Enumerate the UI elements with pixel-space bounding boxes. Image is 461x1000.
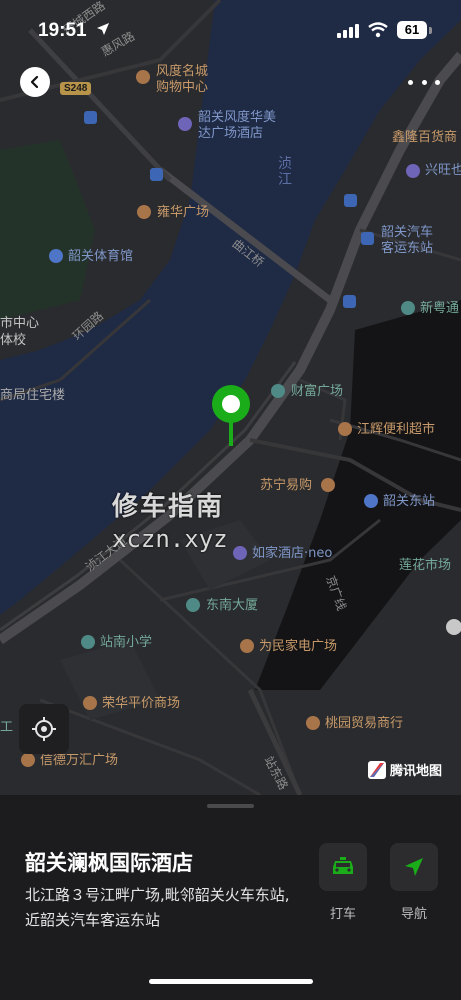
cellular-signal-icon — [337, 24, 359, 38]
poi-label[interactable]: 兴旺也 — [425, 163, 461, 179]
compass-icon[interactable] — [446, 619, 461, 635]
stadium-icon — [49, 249, 63, 263]
hotel-icon — [233, 546, 247, 560]
poi-label[interactable]: 新粤通 — [420, 301, 459, 317]
poi-label[interactable]: 站南小学 — [100, 635, 152, 651]
locate-icon — [32, 717, 56, 741]
watermark-title: 修车指南 — [112, 492, 225, 522]
shopping-icon — [83, 696, 97, 710]
river-label: 江 — [278, 172, 292, 188]
taxi-icon-box[interactable] — [319, 843, 367, 891]
more-icon — [421, 79, 427, 85]
more-button[interactable] — [408, 72, 440, 92]
bus-stop-icon — [343, 295, 356, 308]
status-bar: 19:51 61 — [0, 0, 461, 58]
poi-label[interactable]: 财富广场 — [291, 384, 343, 400]
back-icon — [30, 75, 39, 89]
tencent-map-logo-icon — [368, 760, 386, 779]
route-badge: S248 — [60, 82, 92, 95]
navigate-icon — [405, 858, 423, 876]
poi-label[interactable]: 韶关东站 — [383, 494, 435, 510]
poi-label[interactable]: 韶关汽车 — [381, 225, 433, 241]
more-icon — [435, 79, 440, 85]
poi-label[interactable]: 信德万汇广场 — [40, 753, 118, 769]
shopping-icon — [306, 716, 320, 730]
shopping-icon — [136, 70, 150, 84]
building-icon — [271, 384, 285, 398]
sheet-handle[interactable] — [207, 804, 254, 808]
shopping-icon — [338, 422, 352, 436]
poi-label[interactable]: 雍华广场 — [157, 205, 209, 221]
back-button[interactable] — [20, 67, 50, 97]
poi-label[interactable]: 东南大厦 — [206, 598, 258, 614]
building-icon — [186, 598, 200, 612]
taxi-button[interactable]: 打车 — [319, 843, 367, 922]
navigate-icon-box[interactable] — [390, 843, 438, 891]
poi-label[interactable]: 苏宁易购 — [260, 478, 312, 494]
poi-label[interactable]: 风度名城 — [156, 64, 208, 80]
poi-label[interactable]: 购物中心 — [156, 80, 208, 96]
area-label: 体校 — [0, 333, 27, 348]
locate-button[interactable] — [19, 704, 69, 754]
taxi-label: 打车 — [329, 907, 356, 922]
poi-label[interactable]: 江辉便利超市 — [357, 422, 435, 438]
bus-stop-icon — [344, 194, 357, 207]
poi-label[interactable]: 韶关风度华美 — [198, 110, 276, 126]
map-view[interactable]: S248 环城西路 惠风路 风度名城 购物中心 韶关风度华美 达广场酒店 鑫隆百… — [0, 0, 461, 795]
watermark: 修车指南 xczn.xyz — [112, 486, 228, 553]
poi-label[interactable]: 达广场酒店 — [198, 126, 263, 142]
location-arrow-icon — [97, 23, 109, 35]
home-indicator[interactable] — [149, 979, 313, 984]
area-label: 商局住宅楼 — [0, 388, 66, 403]
train-station-icon — [364, 494, 378, 508]
poi-label[interactable]: 韶关体育馆 — [68, 249, 133, 265]
poi-label[interactable]: 为民家电广场 — [259, 639, 337, 655]
shopping-icon — [137, 205, 151, 219]
poi-label[interactable]: 客运东站 — [381, 241, 433, 257]
battery-level: 61 — [397, 21, 427, 39]
bus-stop-icon — [84, 111, 97, 124]
river-label: 浈 — [278, 156, 292, 172]
battery-tip — [429, 27, 432, 34]
shopping-icon — [21, 753, 35, 767]
poi-label[interactable]: 桃园贸易商行 — [325, 716, 403, 732]
hotel-icon — [406, 164, 420, 178]
taxi-icon — [333, 857, 353, 874]
provider-name: 腾讯地图 — [390, 764, 443, 779]
poi-label[interactable]: 莲花市场 — [399, 558, 451, 574]
building-icon — [401, 301, 415, 315]
area-label: 市中心 — [0, 316, 40, 331]
place-address: 北江路３号江畔广场,毗邻韶关火车东站,近韶关汽车客运东站 — [25, 886, 290, 929]
navigate-button[interactable]: 导航 — [390, 843, 438, 922]
shopping-icon — [321, 478, 335, 492]
poi-label[interactable]: 荣华平价商场 — [102, 696, 180, 712]
place-name: 韶关澜枫国际酒店 — [25, 851, 193, 875]
poi-label[interactable]: 如家酒店·neo — [252, 546, 332, 562]
shopping-icon — [240, 639, 254, 653]
bus-stop-icon — [150, 168, 163, 181]
place-sheet[interactable]: 韶关澜枫国际酒店 北江路３号江畔广场,毗邻韶关火车东站,近韶关汽车客运东站 打车… — [0, 795, 461, 1000]
map-provider: 腾讯地图 — [368, 760, 442, 779]
hotel-icon — [178, 117, 192, 131]
school-icon — [81, 635, 95, 649]
wifi-icon — [368, 22, 388, 38]
navigate-label: 导航 — [400, 907, 427, 922]
watermark-url: xczn.xyz — [112, 525, 228, 553]
area-label: 工 — [0, 720, 14, 735]
status-time: 19:51 — [38, 20, 87, 41]
location-pin-icon[interactable] — [211, 384, 251, 448]
more-icon — [408, 79, 413, 85]
poi-label[interactable]: 鑫隆百货商 — [392, 130, 457, 146]
bus-stop-icon — [361, 232, 374, 245]
